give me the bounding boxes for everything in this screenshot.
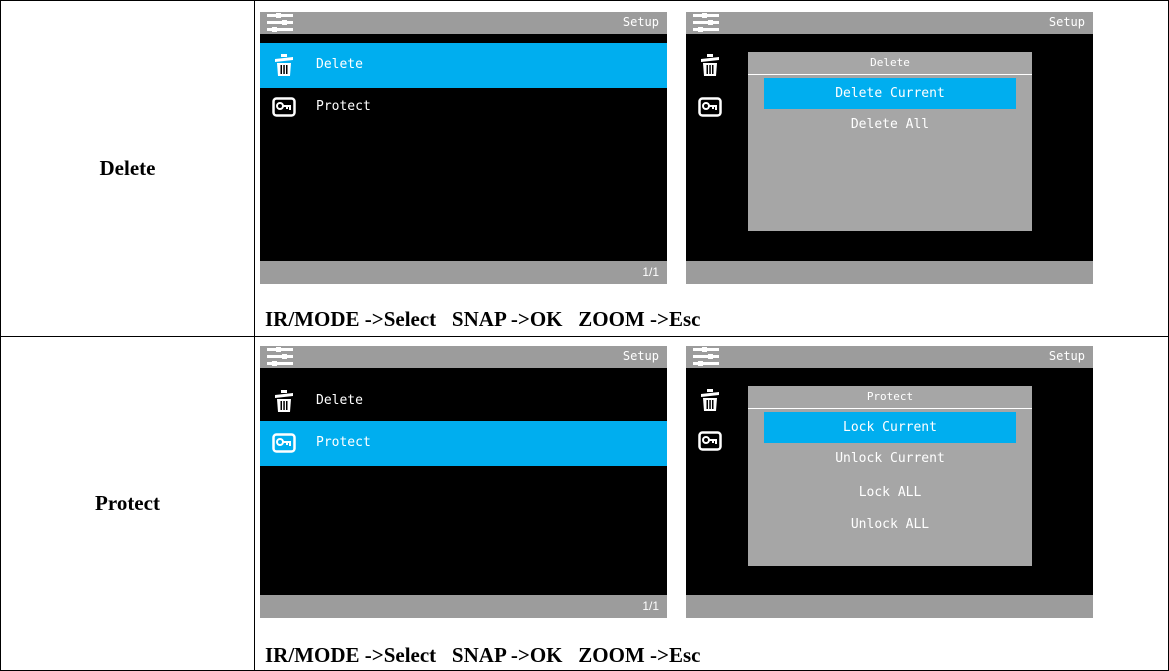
screen-setup-menu-protect-selected: Setup Delete Protect 1/1	[260, 346, 667, 618]
page-indicator: 1/1	[642, 265, 659, 279]
trash-icon	[275, 54, 293, 76]
menu-item-delete[interactable]: Delete	[260, 379, 667, 424]
header-bar: Setup	[260, 12, 667, 34]
setup-menu-icon	[693, 13, 719, 32]
header-title: Setup	[1048, 15, 1085, 29]
key-icon	[698, 97, 722, 117]
button-instructions: IR/MODE ->Select SNAP ->OK ZOOM ->Esc	[265, 643, 701, 667]
option-delete-all[interactable]: Delete All	[764, 109, 1016, 140]
row-label-delete: Delete	[99, 156, 156, 180]
setup-menu-icon	[267, 13, 293, 32]
menu-item-delete[interactable]: Delete	[260, 43, 667, 88]
option-unlock-all[interactable]: Unlock ALL	[764, 509, 1016, 540]
row-label-protect: Protect	[95, 491, 160, 515]
menu-item-label: Delete	[316, 57, 363, 72]
trash-icon	[701, 389, 719, 411]
screen-protect-dialog: Setup Protect Lock Current Unlock Curren…	[686, 346, 1093, 618]
header-title: Setup	[622, 349, 659, 363]
footer-bar: 1/1	[260, 595, 667, 618]
trash-icon	[275, 390, 293, 412]
option-lock-all[interactable]: Lock ALL	[764, 477, 1016, 508]
menu-item-label: Protect	[316, 435, 371, 450]
setup-menu-icon	[693, 347, 719, 366]
footer-bar	[686, 261, 1093, 284]
menu-item-label: Protect	[316, 99, 371, 114]
header-bar: Setup	[260, 346, 667, 368]
setup-menu-icon	[267, 347, 293, 366]
key-icon	[698, 431, 722, 451]
menu-item-protect[interactable]: Protect	[260, 421, 667, 466]
option-unlock-current[interactable]: Unlock Current	[764, 443, 1016, 474]
screen-setup-menu-delete-selected: Setup Delete Protect 1/1	[260, 12, 667, 284]
option-lock-current[interactable]: Lock Current	[764, 412, 1016, 443]
table-column-divider	[254, 0, 255, 671]
header-bar: Setup	[686, 346, 1093, 368]
header-bar: Setup	[686, 12, 1093, 34]
option-delete-current[interactable]: Delete Current	[764, 78, 1016, 109]
dialog-title: Delete	[748, 52, 1032, 75]
footer-bar: 1/1	[260, 261, 667, 284]
menu-item-label: Delete	[316, 393, 363, 408]
footer-bar	[686, 595, 1093, 618]
menu-item-protect[interactable]: Protect	[260, 85, 667, 130]
screen-delete-dialog: Setup Delete Delete Current Delete All	[686, 12, 1093, 284]
key-icon	[272, 97, 296, 117]
key-icon	[272, 433, 296, 453]
dialog-title: Protect	[748, 386, 1032, 409]
protect-dialog: Protect Lock Current Unlock Current Lock…	[748, 386, 1032, 566]
page-indicator: 1/1	[642, 599, 659, 613]
button-instructions: IR/MODE ->Select SNAP ->OK ZOOM ->Esc	[265, 307, 701, 331]
header-title: Setup	[1048, 349, 1085, 363]
delete-dialog: Delete Delete Current Delete All	[748, 52, 1032, 231]
header-title: Setup	[622, 15, 659, 29]
trash-icon	[701, 54, 719, 76]
